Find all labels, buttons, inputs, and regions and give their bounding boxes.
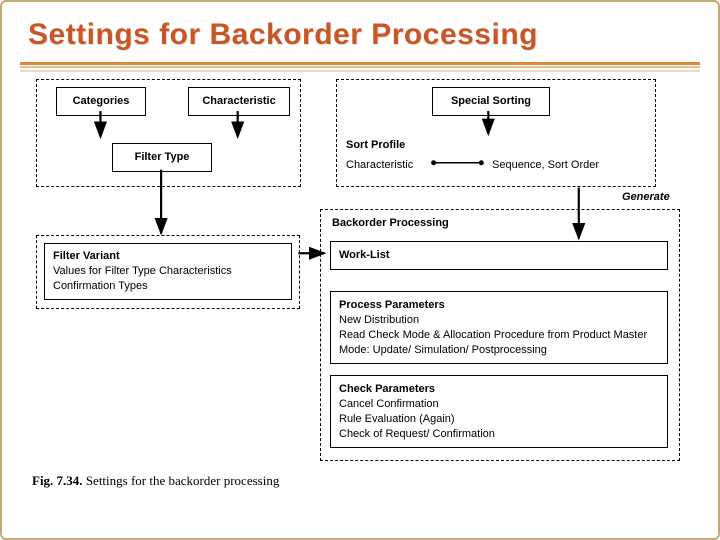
box-filter-type: Filter Type [112,143,212,172]
filter-variant-line1: Values for Filter Type Characteristics [53,264,283,279]
box-categories: Categories [56,87,146,116]
check-line3: Check of Request/ Confirmation [339,427,659,442]
figure-number: Fig. 7.34. [32,473,83,488]
diagram-canvas: Categories Characteristic Filter Type Sp… [2,73,718,513]
box-work-list: Work-List [330,241,668,270]
label-sort-sequence: Sequence, Sort Order [492,159,599,171]
process-line1: New Distribution [339,313,659,328]
process-line2: Read Check Mode & Allocation Procedure f… [339,328,659,343]
page-title: Settings for Backorder Processing [28,18,692,52]
label-backorder-processing: Backorder Processing [332,217,449,229]
process-heading: Process Parameters [339,299,445,311]
label-generate: Generate [622,191,670,203]
process-line3: Mode: Update/ Simulation/ Postprocessing [339,343,659,358]
box-filter-variant: Filter Variant Values for Filter Type Ch… [44,243,292,300]
check-heading: Check Parameters [339,383,435,395]
label-sort-profile: Sort Profile [346,139,405,151]
box-check-parameters: Check Parameters Cancel Confirmation Rul… [330,375,668,448]
figure-text: Settings for the backorder processing [83,473,280,488]
figure-caption: Fig. 7.34. Settings for the backorder pr… [32,473,279,489]
check-line2: Rule Evaluation (Again) [339,412,659,427]
box-process-parameters: Process Parameters New Distribution Read… [330,291,668,364]
label-sort-characteristic: Characteristic [346,159,413,171]
filter-variant-heading: Filter Variant [53,250,120,262]
box-special-sorting: Special Sorting [432,87,550,116]
filter-variant-line2: Confirmation Types [53,279,283,294]
box-characteristic: Characteristic [188,87,290,116]
title-bar: Settings for Backorder Processing [20,12,700,65]
check-line1: Cancel Confirmation [339,397,659,412]
